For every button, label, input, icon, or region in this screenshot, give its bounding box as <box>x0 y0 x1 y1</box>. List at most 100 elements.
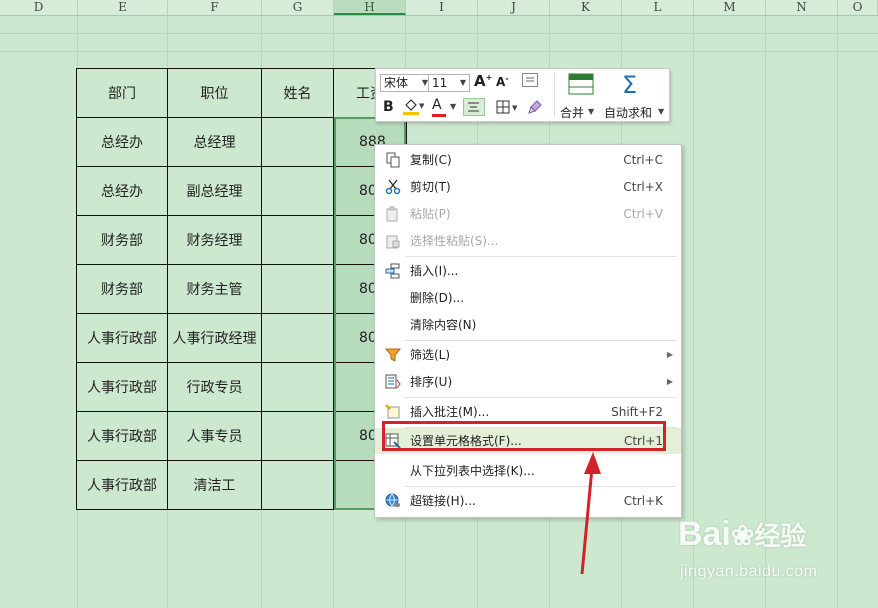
table-cell[interactable]: 总经理 <box>167 117 262 167</box>
menu-item-clear-contents[interactable]: 清除内容(N) <box>375 312 681 338</box>
table-cell[interactable]: 人事行政部 <box>76 411 168 461</box>
menu-item-insert-comment[interactable]: 插入批注(M)... Shift+F2 <box>375 399 681 425</box>
autosum-button[interactable]: Σ 自动求和 ▼ <box>604 71 666 120</box>
menu-item-shortcut: Ctrl+K <box>623 494 663 508</box>
table-cell[interactable]: 财务部 <box>76 264 168 314</box>
table-cell[interactable] <box>261 117 334 167</box>
chevron-down-icon: ▼ <box>658 107 665 116</box>
column-header-e[interactable]: E <box>78 0 168 15</box>
menu-item-cut[interactable]: 剪切(T) Ctrl+X <box>375 174 681 200</box>
table-cell[interactable]: 总经办 <box>76 117 168 167</box>
column-header-h[interactable]: H <box>334 0 406 15</box>
header-cell-dept[interactable]: 部门 <box>76 68 168 118</box>
merge-button[interactable]: 合并 ▼ <box>560 73 602 120</box>
watermark-url: jingyan.baidu.com <box>680 563 818 580</box>
chevron-down-icon: ▼ <box>588 107 595 116</box>
format-cells-icon <box>385 433 401 449</box>
menu-item-pick-from-list[interactable]: 从下拉列表中选择(K)... <box>375 458 681 484</box>
menu-item-hyperlink[interactable]: 超链接(H)... Ctrl+K <box>375 488 681 514</box>
menu-item-label: 粘贴(P) <box>410 207 451 221</box>
autosum-label: 自动求和 <box>604 106 653 120</box>
table-cell[interactable]: 财务主管 <box>167 264 262 314</box>
clear-format-icon <box>526 77 534 82</box>
menu-item-sort[interactable]: 排序(U) ▶ <box>375 369 681 395</box>
table-cell[interactable]: 总经办 <box>76 166 168 216</box>
menu-item-format-cells[interactable]: 设置单元格格式(F)... Ctrl+1 <box>375 428 681 454</box>
table-cell[interactable] <box>261 215 334 265</box>
menu-item-copy[interactable]: 复制(C) Ctrl+C <box>375 147 681 173</box>
filter-icon <box>385 348 401 362</box>
menu-item-paste-special[interactable]: 选择性粘贴(S)... <box>375 228 681 254</box>
table-cell[interactable]: 人事行政部 <box>76 362 168 412</box>
column-header-j[interactable]: J <box>478 0 550 15</box>
table-cell[interactable] <box>261 313 334 363</box>
hyperlink-icon <box>385 493 400 507</box>
column-header-n[interactable]: N <box>766 0 838 15</box>
header-cell-name[interactable]: 姓名 <box>261 68 334 118</box>
table-cell[interactable]: 人事专员 <box>167 411 262 461</box>
context-menu: 复制(C) Ctrl+C 剪切(T) Ctrl+X 粘贴(P) Ctrl+V 选… <box>374 144 682 518</box>
menu-item-label: 排序(U) <box>410 375 453 389</box>
column-header-l[interactable]: L <box>622 0 694 15</box>
column-header-m[interactable]: M <box>694 0 766 15</box>
menu-item-filter[interactable]: 筛选(L) ▶ <box>375 342 681 368</box>
paste-icon <box>386 206 398 222</box>
table-cell[interactable]: 财务部 <box>76 215 168 265</box>
menu-item-label: 复制(C) <box>410 153 452 167</box>
table-cell[interactable]: 财务经理 <box>167 215 262 265</box>
table-cell[interactable]: 行政专员 <box>167 362 262 412</box>
column-header-i[interactable]: I <box>406 0 478 15</box>
font-size-select[interactable]: 11 ▼ <box>428 74 470 92</box>
align-button[interactable] <box>463 98 485 116</box>
merge-cells-icon <box>568 73 594 95</box>
table-cell[interactable] <box>261 411 334 461</box>
table-cell[interactable] <box>261 362 334 412</box>
menu-item-shortcut: Shift+F2 <box>611 405 663 419</box>
watermark-brand2: 经验 <box>754 521 807 551</box>
column-header-o[interactable]: O <box>838 0 878 15</box>
format-brush-button[interactable] <box>527 99 543 118</box>
column-header-g[interactable]: G <box>262 0 334 15</box>
insert-icon <box>385 263 400 279</box>
menu-item-paste[interactable]: 粘贴(P) Ctrl+V <box>375 201 681 227</box>
column-header-f[interactable]: F <box>168 0 262 15</box>
table-cell[interactable]: 清洁工 <box>167 460 262 510</box>
header-cell-position[interactable]: 职位 <box>167 68 262 118</box>
menu-item-shortcut: Ctrl+1 <box>623 434 663 448</box>
font-color-button[interactable]: A ▼ <box>432 97 456 117</box>
table-cell[interactable]: 副总经理 <box>167 166 262 216</box>
shrink-font-icon: A <box>496 75 506 89</box>
shrink-font-button[interactable]: A- <box>496 74 509 89</box>
format-painter-clear-button[interactable] <box>522 73 538 87</box>
fill-color-button[interactable]: ▼ <box>402 98 425 119</box>
font-color-icon: A <box>432 97 442 113</box>
font-name-value: 宋体 <box>384 76 409 90</box>
menu-item-insert[interactable]: 插入(I)... <box>375 258 681 284</box>
menu-item-label: 筛选(L) <box>410 348 451 362</box>
grow-font-button[interactable]: A+ <box>474 72 492 90</box>
comment-icon <box>385 404 400 419</box>
table-cell[interactable] <box>261 264 334 314</box>
borders-icon: ▼ <box>496 100 518 114</box>
table-cell[interactable]: 人事行政经理 <box>167 313 262 363</box>
menu-item-shortcut: Ctrl+X <box>623 180 663 194</box>
borders-button[interactable]: ▼ <box>496 99 520 118</box>
font-name-select[interactable]: 宋体 ▼ <box>380 74 432 92</box>
annotation-arrow-icon <box>580 452 601 575</box>
svg-text:▼: ▼ <box>512 104 518 112</box>
menu-item-label: 从下拉列表中选择(K)... <box>410 464 535 478</box>
chevron-down-icon: ▼ <box>459 78 466 87</box>
table-cell[interactable] <box>261 166 334 216</box>
table-cell[interactable]: 人事行政部 <box>76 313 168 363</box>
grow-font-icon: A <box>474 72 486 90</box>
menu-item-delete[interactable]: 删除(D)... <box>375 285 681 311</box>
column-header-k[interactable]: K <box>550 0 622 15</box>
bold-button[interactable]: B <box>383 99 394 115</box>
paste-special-icon <box>386 235 400 249</box>
submenu-arrow-icon: ▶ <box>666 377 673 386</box>
column-header-d[interactable]: D <box>0 0 78 15</box>
table-cell[interactable] <box>261 460 334 510</box>
baidu-jingyan-watermark: Bai❀经验 jingyan.baidu.com <box>678 515 878 585</box>
sort-icon <box>385 374 401 389</box>
table-cell[interactable]: 人事行政部 <box>76 460 168 510</box>
